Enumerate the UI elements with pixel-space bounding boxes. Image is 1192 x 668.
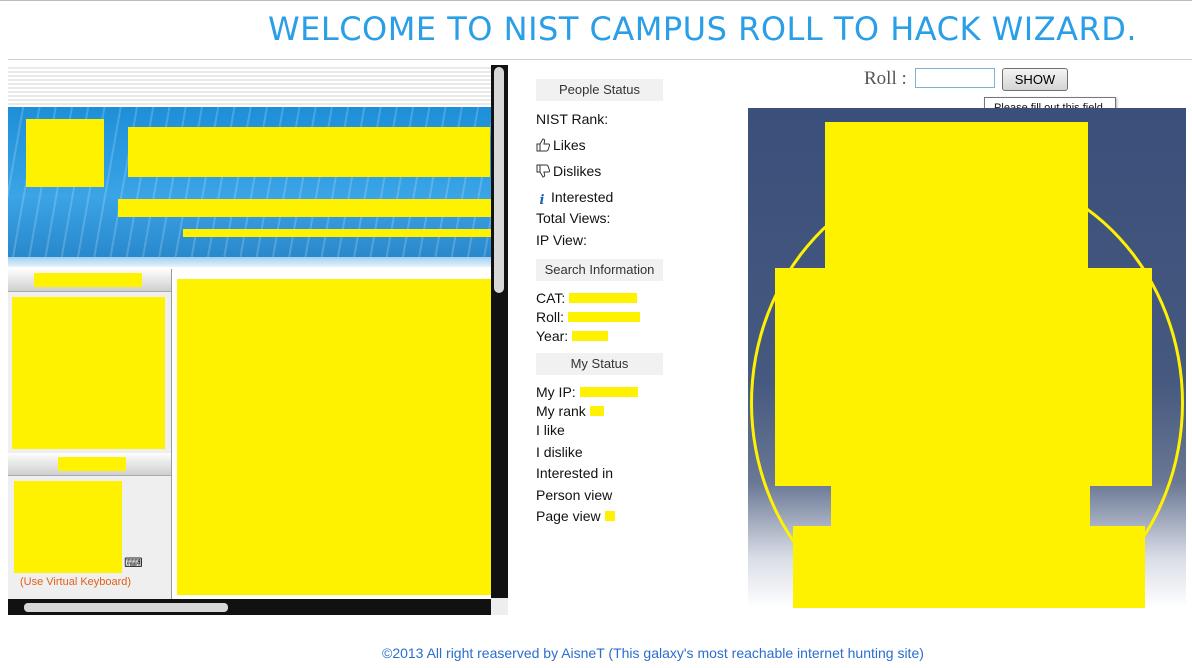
- student-photo: [748, 108, 1186, 608]
- info-icon: i: [539, 193, 545, 208]
- vertical-scrollbar[interactable]: [491, 65, 508, 599]
- redacted-search-heading: [58, 457, 126, 471]
- embedded-main-panel: [174, 269, 491, 599]
- redacted-main-content: [177, 279, 491, 595]
- thumbs-up-icon: [536, 138, 550, 152]
- redacted-my-rank-value: [589, 406, 604, 416]
- my-rank-label: My rank: [536, 403, 586, 419]
- redacted-banner-subtitle: [118, 199, 491, 217]
- redacted-logo: [26, 119, 104, 187]
- footer-copyright[interactable]: ©2013 All right reaserved by AisneT (Thi…: [382, 645, 924, 661]
- redacted-page-view-value: [604, 511, 615, 521]
- redacted-search-form[interactable]: [14, 481, 122, 573]
- redacted-my-ip-value: [579, 387, 638, 397]
- redacted-sidebar-heading: [34, 273, 142, 287]
- total-views-label: Total Views:: [536, 210, 611, 226]
- my-ip-row: My IP:: [536, 383, 638, 401]
- year-row: Year:: [536, 327, 609, 345]
- i-dislike-label: I dislike: [536, 444, 583, 460]
- vertical-scrollbar-thumb[interactable]: [494, 67, 504, 293]
- interested-label: Interested: [551, 189, 614, 205]
- roll-form-label: Roll :: [864, 68, 907, 89]
- roll-row: Roll:: [536, 308, 641, 326]
- page-view-label: Page view: [536, 508, 601, 524]
- redacted-photo-face: [775, 268, 1152, 486]
- institute-banner: [8, 107, 491, 257]
- virtual-keyboard-link[interactable]: (Use Virtual Keyboard): [20, 576, 131, 588]
- redacted-cat-value: [569, 293, 638, 303]
- embedded-header-stripe: [8, 65, 491, 107]
- embedded-page-frame: ⌨ (Use Virtual Keyboard): [8, 65, 508, 615]
- thumbs-down-icon: [536, 164, 550, 178]
- year-label: Year:: [536, 328, 569, 344]
- person-view-label: Person view: [536, 487, 613, 503]
- redacted-roll-value: [568, 312, 641, 322]
- redacted-photo-neck: [831, 478, 1090, 526]
- search-information-heading: Search Information: [536, 259, 663, 281]
- redacted-login-form[interactable]: [12, 297, 165, 449]
- embedded-sidebar: [8, 269, 172, 599]
- redacted-banner-address: [183, 229, 491, 237]
- page-title: WELCOME TO NIST CAMPUS ROLL TO HACK WIZA…: [268, 10, 1138, 48]
- show-button[interactable]: SHOW: [1002, 68, 1068, 91]
- likes-row[interactable]: Likes: [536, 136, 586, 154]
- horizontal-scrollbar-thumb[interactable]: [24, 603, 228, 612]
- page-view-row: Page view: [536, 507, 615, 525]
- likes-label: Likes: [553, 137, 586, 153]
- keyboard-icon[interactable]: ⌨: [124, 556, 151, 570]
- top-border: [0, 0, 1192, 1]
- people-status-heading: People Status: [536, 79, 663, 101]
- cat-label: CAT:: [536, 290, 566, 306]
- redacted-year-value: [572, 331, 609, 341]
- redacted-banner-title: [128, 127, 490, 177]
- embedded-page-viewport: ⌨ (Use Virtual Keyboard): [8, 65, 491, 599]
- redacted-photo-head: [825, 122, 1088, 276]
- nist-rank-label: NIST Rank:: [536, 111, 609, 127]
- redacted-photo-body: [793, 526, 1145, 608]
- dislikes-label: Dislikes: [553, 163, 602, 179]
- my-status-heading: My Status: [536, 353, 663, 375]
- header-divider: [8, 59, 1192, 60]
- dislikes-row[interactable]: Dislikes: [536, 162, 601, 180]
- roll-label-info: Roll:: [536, 309, 565, 325]
- i-like-label: I like: [536, 422, 565, 438]
- my-ip-label: My IP:: [536, 384, 576, 400]
- interested-in-label: Interested in: [536, 465, 614, 481]
- ip-view-label: IP View:: [536, 232, 587, 248]
- my-rank-row: My rank: [536, 402, 604, 420]
- cat-row: CAT:: [536, 289, 638, 307]
- horizontal-scrollbar[interactable]: [8, 599, 508, 615]
- roll-input[interactable]: [915, 68, 995, 88]
- banner-bottom-strip: [8, 257, 491, 267]
- interested-row[interactable]: i Interested: [536, 188, 614, 208]
- scrollbar-corner: [491, 598, 508, 615]
